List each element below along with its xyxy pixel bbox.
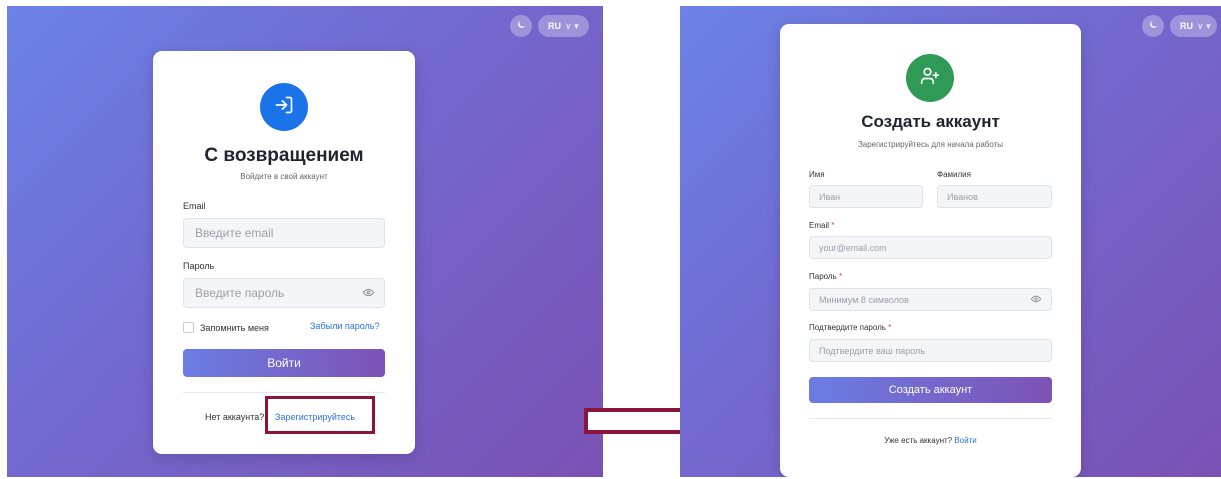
page-subtitle: Зарегистрируйтесь для начала работы: [857, 140, 1004, 149]
language-selector[interactable]: RU ∨ ▾: [538, 15, 589, 37]
confirm-password-field[interactable]: Подтвердите ваш пароль: [809, 339, 1052, 362]
password-field[interactable]: Введите пароль: [183, 278, 385, 308]
email-label: Email: [183, 201, 206, 211]
login-avatar: [260, 83, 308, 131]
language-label: RU: [548, 21, 561, 31]
theme-toggle-button[interactable]: [510, 15, 532, 37]
password-label: Пароль *: [809, 272, 842, 281]
login-link[interactable]: Войти: [954, 436, 976, 445]
email-field[interactable]: your@email.com: [809, 236, 1052, 259]
confirm-label-text: Подтвердите пароль: [809, 323, 886, 332]
required-mark: *: [839, 272, 843, 281]
remember-me: Запомнить меня: [183, 322, 269, 333]
email-field[interactable]: Введите email: [183, 218, 385, 248]
divider: [183, 392, 385, 393]
register-screen-background: RU ∨ ▾ Создать аккаунт Зарегистрируйтесь…: [680, 6, 1221, 477]
password-placeholder: Введите пароль: [195, 286, 285, 300]
first-name-field[interactable]: Иван: [809, 185, 923, 208]
moon-icon: [1148, 17, 1159, 35]
remember-label: Запомнить меня: [200, 322, 269, 333]
register-card: Создать аккаунт Зарегистрируйтесь для на…: [780, 24, 1081, 477]
forgot-password-link[interactable]: Забыли пароль?: [310, 321, 379, 331]
divider: [809, 418, 1052, 419]
remember-checkbox[interactable]: [183, 322, 194, 333]
page-subtitle: Войдите в свой аккаунт: [240, 172, 328, 181]
register-avatar: [906, 54, 954, 102]
login-icon: [274, 95, 294, 120]
required-mark: *: [888, 323, 892, 332]
language-label: RU: [1180, 21, 1193, 31]
eye-icon[interactable]: [1030, 295, 1042, 305]
confirm-password-placeholder: Подтвердите ваш пароль: [819, 345, 925, 356]
have-account-row: Уже есть аккаунт? Войти: [780, 436, 1081, 445]
page-title: С возвращением: [204, 145, 364, 166]
login-card: С возвращением Войдите в свой аккаунт Em…: [153, 51, 415, 454]
have-account-text: Уже есть аккаунт?: [884, 436, 953, 445]
language-selector[interactable]: RU ∨ ▾: [1170, 15, 1217, 37]
top-controls: RU ∨ ▾: [1142, 15, 1217, 37]
register-link-highlight: [265, 396, 375, 434]
last-name-field[interactable]: Иванов: [937, 185, 1052, 208]
required-mark: *: [831, 221, 835, 230]
eye-icon[interactable]: [362, 286, 375, 300]
password-label: Пароль: [183, 261, 215, 271]
theme-toggle-button[interactable]: [1142, 15, 1164, 37]
email-label: Email *: [809, 221, 834, 230]
create-account-button[interactable]: Создать аккаунт: [809, 377, 1052, 403]
page-title: Создать аккаунт: [861, 112, 1000, 131]
last-name-label: Фамилия: [937, 170, 971, 179]
moon-icon: [516, 17, 527, 35]
email-label-text: Email: [809, 221, 830, 230]
password-placeholder: Минимум 8 символов: [819, 294, 909, 305]
add-user-icon: [920, 66, 940, 91]
last-name-placeholder: Иванов: [947, 191, 978, 202]
password-label-text: Пароль: [809, 272, 837, 281]
email-placeholder: your@email.com: [819, 242, 887, 253]
password-field[interactable]: Минимум 8 символов: [809, 288, 1052, 311]
confirm-password-label: Подтвердите пароль *: [809, 323, 891, 332]
chevron-down-icon: ∨ ▾: [1197, 20, 1211, 31]
no-account-text: Нет аккаунта?: [205, 412, 265, 422]
login-button[interactable]: Войти: [183, 349, 385, 377]
chevron-down-icon: ∨ ▾: [565, 20, 579, 31]
first-name-placeholder: Иван: [819, 191, 841, 202]
top-controls: RU ∨ ▾: [510, 15, 589, 37]
email-placeholder: Введите email: [195, 226, 274, 240]
first-name-label: Имя: [809, 170, 825, 179]
